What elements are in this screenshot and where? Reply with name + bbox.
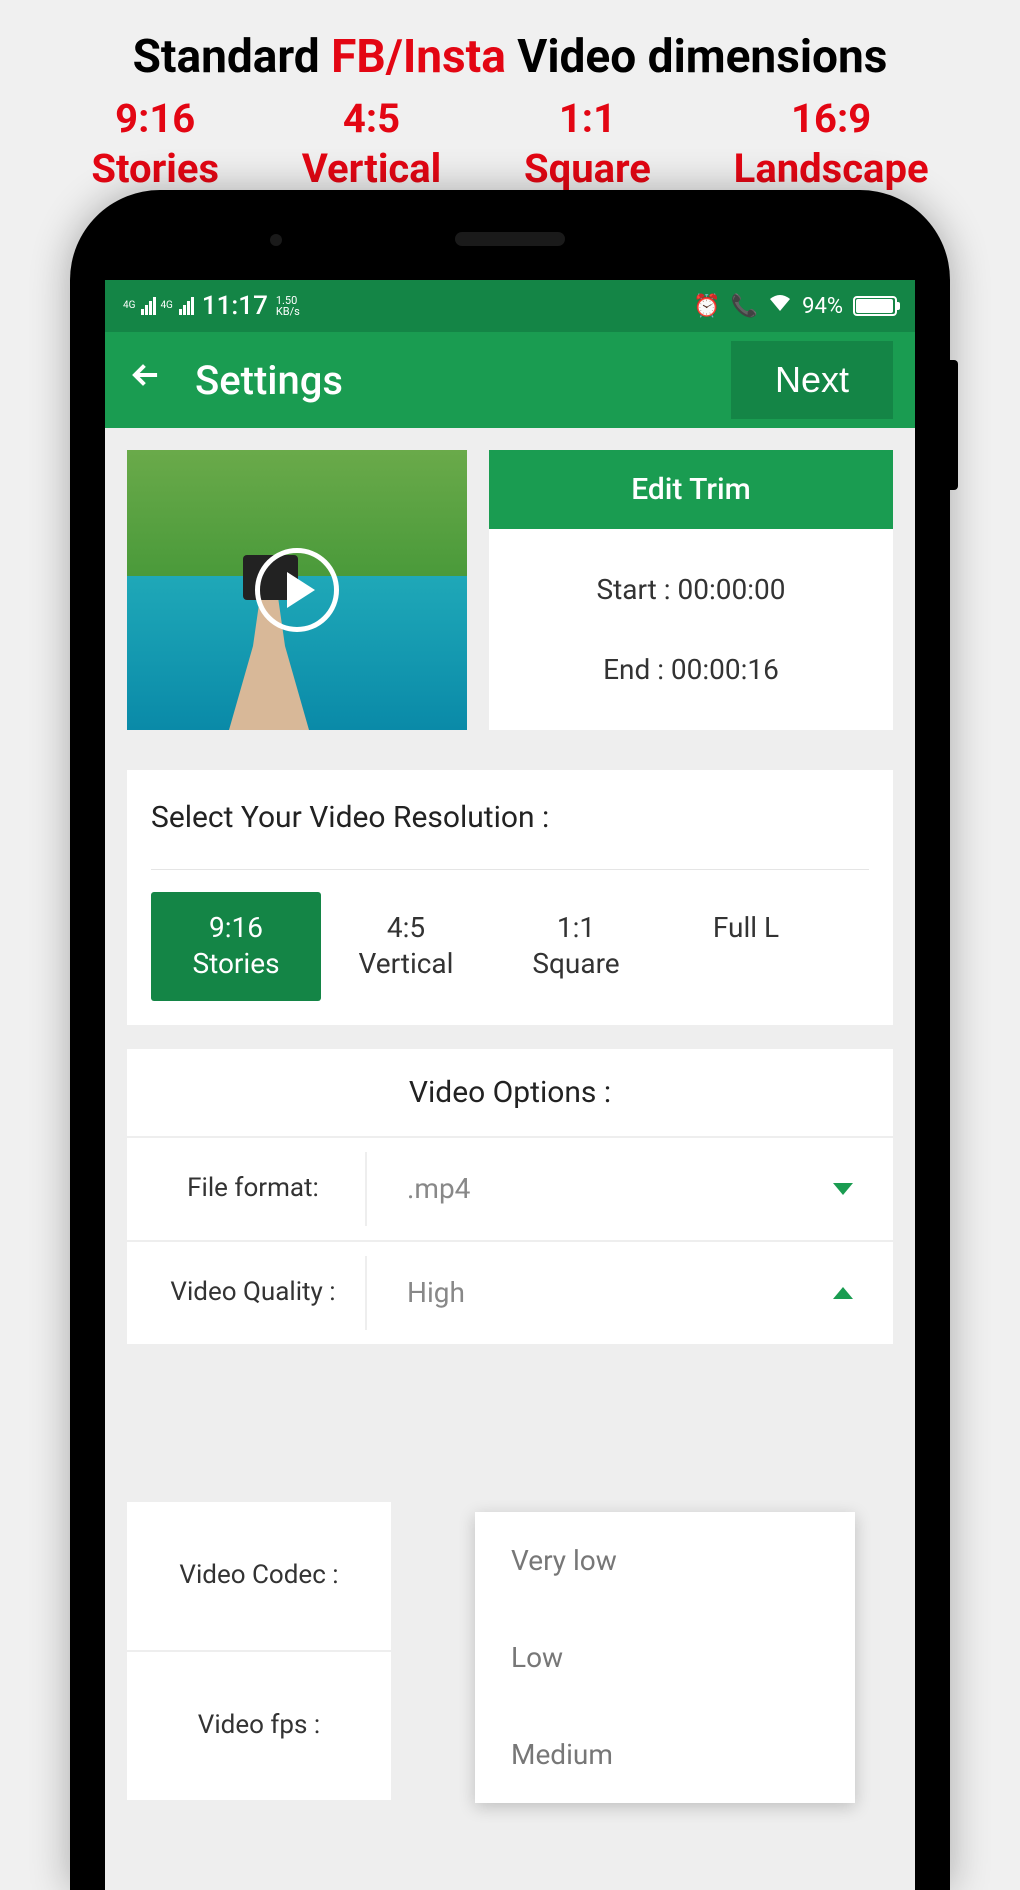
promo-ratio-label: Landscape	[734, 144, 929, 194]
promo-title-pre: Standard	[133, 30, 332, 84]
trim-body: Start : 00:00:00 End : 00:00:16	[489, 529, 893, 730]
video-quality-select[interactable]: High	[367, 1276, 893, 1309]
video-options-title: Video Options :	[127, 1049, 893, 1138]
status-right: ⏰ 📞 94%	[693, 293, 897, 319]
resolution-option-square[interactable]: 1:1 Square	[491, 892, 661, 1001]
promo-ratio-label: Stories	[91, 144, 219, 194]
page-title: Settings	[195, 357, 701, 404]
trim-start: Start : 00:00:00	[596, 573, 785, 606]
option-labels-below: Video Codec : Video fps :	[127, 1500, 393, 1802]
phone-screen: 4G 4G 11:17 1.50 KB/s ⏰ 📞 94%	[105, 280, 915, 1890]
status-net-2: 4G	[160, 301, 172, 311]
promo-title: Standard FB/Insta Video dimensions	[20, 30, 1000, 84]
promo-ratio-value: 4:5	[302, 94, 441, 144]
option-value: .mp4	[407, 1172, 470, 1205]
play-icon[interactable]	[255, 548, 339, 632]
promo-ratios-row: 9:16 Stories 4:5 Vertical 1:1 Square 16:…	[20, 94, 1000, 194]
promo-title-post: Video dimensions	[506, 30, 888, 84]
status-left: 4G 4G 11:17 1.50 KB/s	[123, 291, 300, 321]
option-label: Video Quality :	[127, 1256, 367, 1330]
promo-ratio-item: 4:5 Vertical	[302, 94, 441, 194]
promo-ratio-item: 1:1 Square	[524, 94, 651, 194]
video-thumbnail[interactable]	[127, 450, 467, 730]
back-arrow-icon[interactable]	[127, 356, 165, 404]
dropdown-item-low[interactable]: Low	[475, 1609, 855, 1706]
alarm-icon: ⏰	[693, 294, 720, 319]
caret-up-icon	[833, 1287, 853, 1299]
dropdown-item-very-low[interactable]: Very low	[475, 1512, 855, 1609]
battery-pct: 94%	[802, 294, 843, 319]
wifi-icon	[768, 293, 792, 319]
option-label: Video Codec :	[127, 1502, 393, 1652]
trim-end: End : 00:00:16	[603, 653, 779, 686]
option-row-video-quality: Video Quality : High	[127, 1242, 893, 1346]
resolution-options: 9:16 Stories 4:5 Vertical 1:1 Square Ful…	[151, 892, 869, 1001]
battery-icon	[853, 296, 897, 316]
promo-ratio-value: 16:9	[734, 94, 929, 144]
option-value: High	[407, 1276, 465, 1309]
status-kbs: 1.50 KB/s	[276, 295, 300, 317]
resolution-title: Select Your Video Resolution :	[151, 800, 869, 835]
status-net-1: 4G	[123, 301, 135, 311]
top-row: Edit Trim Start : 00:00:00 End : 00:00:1…	[127, 450, 893, 730]
edit-trim-button[interactable]: Edit Trim	[489, 450, 893, 529]
volte-icon: 📞	[731, 294, 758, 319]
promo-ratio-value: 1:1	[524, 94, 651, 144]
file-format-select[interactable]: .mp4	[367, 1172, 893, 1205]
promo-ratio-value: 9:16	[91, 94, 219, 144]
promo-header: Standard FB/Insta Video dimensions 9:16 …	[0, 0, 1020, 204]
divider	[151, 869, 869, 870]
promo-ratio-label: Vertical	[302, 144, 441, 194]
caret-down-icon	[833, 1183, 853, 1195]
trim-card: Edit Trim Start : 00:00:00 End : 00:00:1…	[489, 450, 893, 730]
content-area: Edit Trim Start : 00:00:00 End : 00:00:1…	[105, 428, 915, 1368]
status-time: 11:17	[202, 291, 268, 321]
promo-ratio-label: Square	[524, 144, 651, 194]
option-label: File format:	[127, 1152, 367, 1226]
phone-frame: 4G 4G 11:17 1.50 KB/s ⏰ 📞 94%	[70, 190, 950, 1890]
promo-ratio-item: 9:16 Stories	[91, 94, 219, 194]
signal-icon	[179, 297, 194, 315]
next-button[interactable]: Next	[731, 341, 893, 419]
resolution-option-stories[interactable]: 9:16 Stories	[151, 892, 321, 1001]
promo-title-highlight: FB/Insta	[331, 30, 506, 84]
signal-icon	[141, 297, 156, 315]
phone-side-button	[950, 360, 958, 490]
resolution-card: Select Your Video Resolution : 9:16 Stor…	[127, 770, 893, 1025]
app-bar: Settings Next	[105, 332, 915, 428]
option-label: Video fps :	[127, 1652, 393, 1802]
dropdown-item-medium[interactable]: Medium	[475, 1706, 855, 1803]
video-options-card: Video Options : File format: .mp4 Video …	[127, 1049, 893, 1346]
option-row-file-format: File format: .mp4	[127, 1138, 893, 1242]
video-quality-dropdown: Very low Low Medium	[475, 1512, 855, 1803]
resolution-option-vertical[interactable]: 4:5 Vertical	[321, 892, 491, 1001]
status-bar: 4G 4G 11:17 1.50 KB/s ⏰ 📞 94%	[105, 280, 915, 332]
resolution-option-full[interactable]: Full L	[661, 892, 831, 1001]
promo-ratio-item: 16:9 Landscape	[734, 94, 929, 194]
